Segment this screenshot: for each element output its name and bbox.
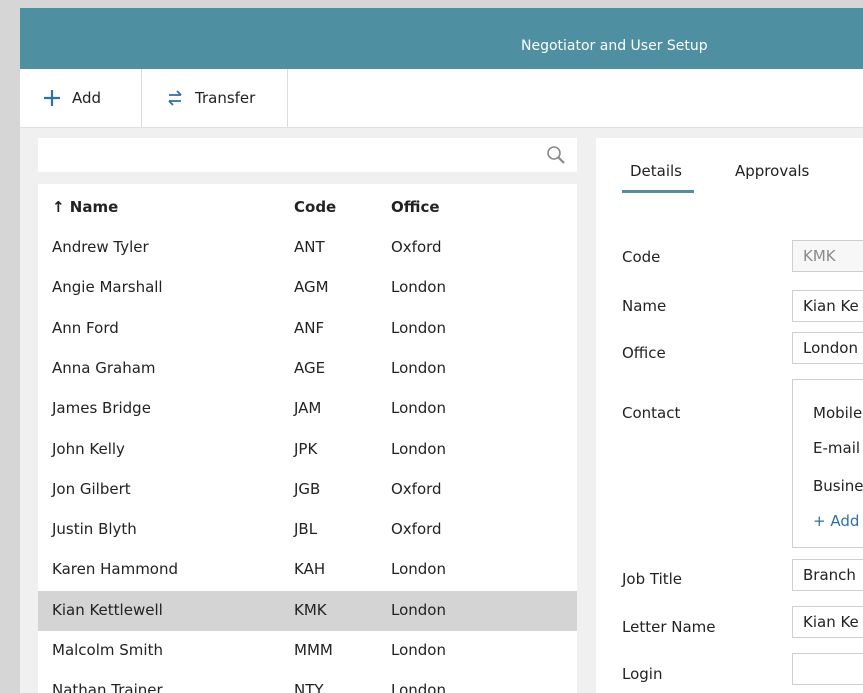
cell-code: AGE [294,358,326,377]
add-contact-label: Add [830,512,860,530]
login-label: Login [622,665,663,683]
search-box [38,138,577,172]
letter-name-label: Letter Name [622,618,716,636]
detail-panel: Details Approvals Code KMK Name Kian Ke … [596,138,863,693]
cell-name: Kian Kettlewell [52,600,163,619]
cell-name: Malcolm Smith [52,641,163,659]
cell-name: Justin Blyth [52,520,137,539]
transfer-button-label: Transfer [195,89,256,107]
cell-office: London [391,399,446,418]
table-row[interactable]: Andrew Tyler ANT Oxford [38,228,577,268]
cell-office: Oxford [391,479,442,498]
cell-code: NTY [294,681,324,693]
app-window: Negotiator and User Setup Add Transfer ↑… [20,8,863,693]
add-button-label: Add [72,89,102,107]
plus-icon [42,88,62,108]
cell-office: London [391,278,446,297]
contact-item-email[interactable]: E-mail [813,439,860,457]
cell-name: James Bridge [52,399,151,418]
cell-code: MMM [294,641,333,659]
table-row[interactable]: John Kelly JPK London [38,430,577,470]
column-header-office[interactable]: Office [391,198,440,216]
cell-code: ANT [294,238,325,256]
transfer-button[interactable]: Transfer [143,69,288,127]
table-row[interactable]: Angie Marshall AGM London [38,268,577,308]
tab-approvals[interactable]: Approvals [735,162,809,180]
code-label: Code [622,248,661,266]
table-row[interactable]: Malcolm Smith MMM London [38,631,577,671]
tab-details[interactable]: Details [630,162,682,180]
table-row[interactable]: Karen Hammond KAH London [38,550,577,590]
code-field[interactable]: KMK [792,240,863,272]
cell-office: London [391,439,446,458]
transfer-icon [165,88,185,108]
cell-office: Oxford [391,238,442,256]
table-row[interactable]: Ann Ford ANF London [38,309,577,349]
letter-name-field[interactable]: Kian Ke [792,606,863,638]
name-field[interactable]: Kian Ke [792,290,863,322]
office-label: Office [622,344,666,362]
list-header: ↑ Name Code Office [38,184,577,228]
login-field[interactable] [792,653,863,685]
cell-office: London [391,600,446,619]
cell-code: JAM [294,399,322,418]
table-row[interactable]: Jon Gilbert JGB Oxford [38,470,577,510]
cell-code: JGB [294,479,321,498]
cell-name: Anna Graham [52,358,156,377]
add-button[interactable]: Add [20,69,142,127]
table-row[interactable]: Justin Blyth JBL Oxford [38,510,577,550]
contact-item-mobile[interactable]: Mobile [813,404,862,422]
cell-name: Karen Hammond [52,560,179,579]
name-label: Name [622,297,667,315]
table-row[interactable]: Anna Graham AGE London [38,349,577,389]
contact-item-business[interactable]: Busine [813,477,863,495]
table-row[interactable]: Kian Kettlewell KMK London [38,590,577,631]
job-title-label: Job Title [622,570,683,588]
add-contact-link[interactable]: + Add [813,512,859,530]
contact-box: Mobile E-mail Busine + Add [792,379,863,548]
cell-office: London [391,560,446,579]
cell-name: Ann Ford [52,318,119,337]
cell-code: AGM [294,278,329,297]
cell-office: London [391,681,446,693]
cell-code: JBL [294,520,318,539]
cell-code: ANF [294,318,325,337]
search-icon[interactable] [545,144,567,166]
negotiator-list: ↑ Name Code Office Andrew Tyler ANT Oxford… [38,184,577,693]
cell-code: KAH [294,560,326,579]
cell-name: Nathan Trainer [52,681,163,693]
title-bar: Negotiator and User Setup [20,8,863,69]
column-header-name[interactable]: ↑ Name [52,198,118,216]
cell-code: KMK [294,600,327,619]
cell-name: Andrew Tyler [52,238,149,256]
cell-office: Oxford [391,520,442,539]
cell-name: Angie Marshall [52,278,163,297]
window-title: Negotiator and User Setup [521,38,708,54]
cell-office: London [391,641,446,659]
table-row[interactable]: Nathan Trainer NTY London [38,671,577,693]
contact-label: Contact [622,404,681,422]
toolbar: Add Transfer [20,69,863,128]
job-title-field[interactable]: Branch [792,559,863,591]
active-tab-indicator [622,190,694,193]
cell-code: JPK [294,439,318,458]
cell-office: London [391,358,446,377]
cell-name: Jon Gilbert [52,479,131,498]
table-row[interactable]: James Bridge JAM London [38,389,577,429]
plus-icon: + [813,512,826,530]
search-input[interactable] [38,138,538,172]
cell-name: John Kelly [52,439,125,458]
office-field[interactable]: London [792,332,863,364]
column-header-code[interactable]: Code [294,198,336,216]
cell-office: London [391,318,446,337]
